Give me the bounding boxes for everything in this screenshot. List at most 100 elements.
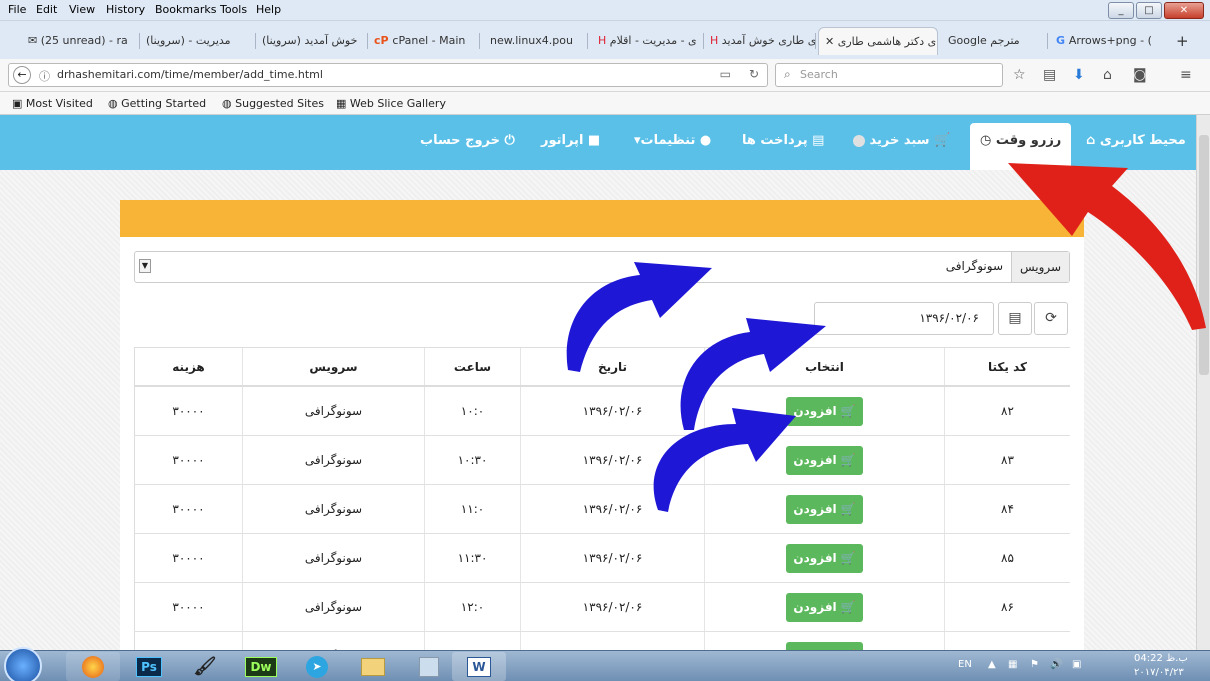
dropdown-arrow-icon[interactable]: ▼ (139, 259, 151, 273)
tab-mail[interactable]: ✉ (25 unread) - ra (22, 27, 140, 55)
nav-label: رزرو وقت (995, 133, 1062, 148)
table-row: ۸۷ افزودن🛒 ۱۳۹۶/۰۲/۰۶ ۱۲:۳۰ سونوگرافی ۳۰… (134, 632, 1070, 650)
star-icon[interactable]: ☆ (1013, 67, 1026, 83)
windows-taskbar: Ps 🖌 Dw ➤ W EN ▲ ▦ ⚑ 🔊 ▣ 04:22 ب.ظ ۲۰۱۷/… (0, 647, 1210, 681)
cell-cost: ۳۰۰۰۰ (134, 534, 242, 582)
explorer-taskbar-icon[interactable] (346, 652, 400, 681)
tab-tari-welcome[interactable]: H ی طاری خوش آمدید (704, 27, 816, 55)
nav-reserve-time[interactable]: ◷ رزرو وقت (980, 133, 1061, 148)
tab-cpanel[interactable]: cP cPanel - Main (368, 27, 480, 55)
add-label: افزودن (793, 502, 837, 516)
refresh-icon[interactable]: ⟳ (1034, 302, 1068, 335)
pocket-icon[interactable]: ◙ (1133, 67, 1147, 83)
bookmark-suggested-sites[interactable]: ◍ Suggested Sites (222, 97, 324, 110)
tray-arrow-icon[interactable]: ▲ (988, 659, 996, 670)
tab-label: cPanel - Main (392, 34, 466, 47)
reload-icon[interactable]: ↻ (749, 67, 759, 81)
menu-bookmarks[interactable]: Bookmarks (155, 3, 216, 16)
nav-label: خروج حساب (420, 133, 500, 148)
add-button[interactable]: افزودن🛒 (786, 641, 863, 650)
firefox-taskbar-icon[interactable] (66, 652, 120, 681)
cart-icon: 🛒 (929, 133, 951, 148)
bookmarks-bar: ▣ Most Visited ◍ Getting Started ◍ Sugge… (0, 92, 1210, 115)
nav-settings[interactable]: ▾تنظیمات ● (634, 133, 711, 148)
add-button[interactable]: افزودن🛒 (786, 445, 863, 475)
start-button-icon[interactable] (4, 647, 42, 681)
nav-operator[interactable]: اپراتور ■ (541, 133, 600, 148)
back-icon[interactable]: ← (13, 66, 31, 84)
add-button[interactable]: افزودن🛒 (786, 543, 863, 573)
app-tray-icon[interactable]: ▣ (1072, 659, 1081, 670)
new-tab-button[interactable]: + (1170, 27, 1194, 55)
dreamweaver-taskbar-icon[interactable]: Dw (234, 652, 288, 681)
service-select[interactable]: ▼ سونوگرافی سرویس (134, 251, 1070, 283)
menu-edit[interactable]: Edit (36, 3, 57, 16)
telegram-taskbar-icon[interactable]: ➤ (290, 652, 344, 681)
vertical-scrollbar[interactable] (1196, 115, 1210, 650)
tab-label: Arrows+png - ( (1068, 34, 1152, 47)
bookmark-label: Most Visited (25, 97, 93, 110)
nav-label: سبد خرید (869, 133, 930, 148)
menu-file[interactable]: File (8, 3, 26, 16)
calendar-icon[interactable]: ▤ (998, 302, 1032, 335)
tab-dr-hashemi-active[interactable]: ✕ ی دکتر هاشمی طاری (818, 27, 938, 55)
flag-icon[interactable]: ⚑ (1030, 659, 1039, 670)
reader-view-icon[interactable]: ▭ (720, 67, 731, 81)
network-icon[interactable]: ▦ (1008, 659, 1017, 670)
clock-time[interactable]: 04:22 ب.ظ (1134, 653, 1188, 664)
menu-history[interactable]: History (106, 3, 145, 16)
download-icon[interactable]: ⬇ (1073, 67, 1085, 83)
volume-icon[interactable]: 🔊 (1050, 659, 1062, 670)
windows-app-taskbar-icon[interactable] (402, 652, 456, 681)
photoshop-taskbar-icon[interactable]: Ps (122, 652, 176, 681)
lock-icon: ■ (583, 133, 601, 148)
url-bar[interactable]: ← ⓘ drhashemitari.com/time/member/add_ti… (8, 63, 768, 87)
tab-google-translate[interactable]: Google مترجم (942, 27, 1048, 55)
bookmark-getting-started[interactable]: ◍ Getting Started (108, 97, 206, 110)
close-tab-icon[interactable]: ✕ (825, 35, 838, 48)
menu-tools[interactable]: Tools (220, 3, 247, 16)
maximize-icon[interactable]: □ (1136, 2, 1162, 19)
page-viewport: ⌂ محیط کاربری ◷ رزرو وقت سبد خرید 🛒 پردا… (0, 115, 1196, 650)
nav-payments[interactable]: پرداخت ها ▤ (742, 133, 824, 148)
library-icon[interactable]: ▤ (1043, 67, 1056, 83)
tab-sarvina-welcome[interactable]: (سروینا) خوش آمدید (256, 27, 368, 55)
add-button[interactable]: افزودن🛒 (786, 494, 863, 524)
bookmark-web-slice[interactable]: ▦ Web Slice Gallery (336, 97, 446, 110)
cell-code: ۸۳ (944, 436, 1070, 484)
tab-items-admin[interactable]: H ی - مدیریت - اقلام (592, 27, 704, 55)
nav-cart[interactable]: سبد خرید 🛒 (853, 133, 950, 148)
bookmark-most-visited[interactable]: ▣ Most Visited (12, 97, 93, 110)
scrollbar-thumb[interactable] (1199, 135, 1209, 375)
word-taskbar-icon[interactable]: W (452, 652, 506, 681)
tab-sarvina-admin[interactable]: (سروینا) - مدیریت (140, 27, 256, 55)
cell-code: ۸۴ (944, 485, 1070, 533)
date-input[interactable]: ۱۳۹۶/۰۲/۰۶ (814, 302, 994, 335)
close-icon[interactable]: ✕ (1164, 2, 1204, 19)
clock-date[interactable]: ۲۰۱۷/۰۴/۲۳ (1134, 667, 1184, 678)
col-date: تاریخ (520, 348, 704, 385)
nav-user-area[interactable]: ⌂ محیط کاربری (1086, 133, 1186, 148)
language-indicator[interactable]: EN (958, 659, 972, 670)
cell-time: ۱۱:۳۰ (424, 534, 520, 582)
home-icon[interactable]: ⌂ (1103, 67, 1112, 83)
cell-service: سونوگرافی (242, 485, 424, 533)
nav-label: تنظیمات (640, 133, 696, 148)
search-input[interactable]: ⌕ Search (775, 63, 1003, 87)
tab-arrows-png[interactable]: G Arrows+png - ( (1050, 27, 1162, 55)
menu-hamburger-icon[interactable]: ≡ (1180, 67, 1192, 83)
tab-strip: ✉ (25 unread) - ra (سروینا) - مدیریت (سر… (0, 21, 1210, 59)
paint-taskbar-icon[interactable]: 🖌 (178, 652, 232, 681)
menu-help[interactable]: Help (256, 3, 281, 16)
url-text[interactable]: drhashemitari.com/time/member/add_time.h… (57, 68, 323, 81)
col-code: کد یکتا (944, 348, 1070, 385)
window-controls: _ □ ✕ (1108, 2, 1204, 19)
info-icon[interactable]: ⓘ (39, 68, 50, 84)
tab-linux4[interactable]: new.linux4.pou (484, 27, 588, 55)
add-button[interactable]: افزودن🛒 (786, 592, 863, 622)
minimize-icon[interactable]: _ (1108, 2, 1134, 19)
nav-logout[interactable]: خروج حساب ⏻ (420, 133, 515, 148)
add-button[interactable]: افزودن🛒 (786, 396, 863, 426)
cell-time: ۱۲:۰ (424, 583, 520, 631)
menu-view[interactable]: View (69, 3, 95, 16)
